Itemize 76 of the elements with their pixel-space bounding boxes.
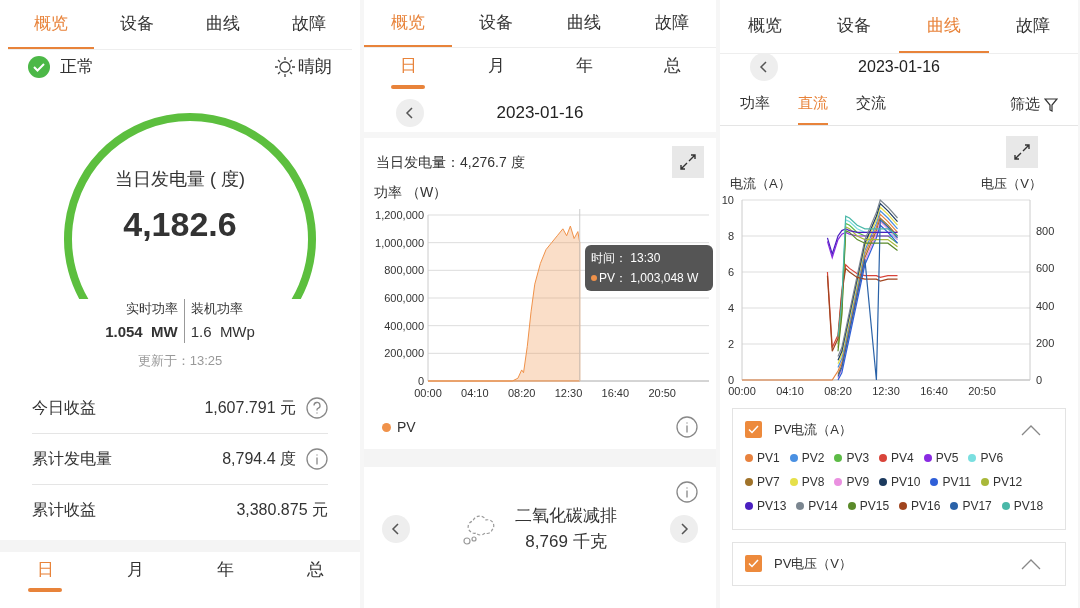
legend-label: PV18 (1013, 497, 1044, 515)
stat-label: 累计发电量 (32, 448, 113, 469)
x-tick-label: 04:10 (461, 387, 489, 399)
y-tick-label: 6 (727, 265, 734, 278)
realtime-power-label: 实时功率 (125, 300, 178, 318)
x-tick-label: 20:50 (968, 384, 996, 397)
right-tick-label: 800 (1036, 224, 1055, 237)
axis-title: 功率 （W） (373, 183, 449, 202)
stat-label: 累计收益 (32, 500, 97, 520)
x-tick-label: 20:50 (648, 387, 676, 399)
right-tick-label: 200 (1036, 336, 1055, 349)
right-tick-label: 600 (1036, 261, 1055, 274)
legend-label: PV2 (801, 449, 825, 467)
legend-label: PV8 (801, 473, 825, 491)
y-tick-label: 800,000 (384, 264, 424, 277)
tooltip-value: PV： 1,003,048 W (599, 270, 699, 287)
right-tick-label: 0 (1036, 373, 1043, 386)
installed-power-value: 1.6 MWp (190, 321, 255, 342)
legend-label: PV17 (962, 497, 992, 515)
gauge-value: 4,182.6 (123, 204, 237, 245)
axis-title: 电流（A） (730, 175, 791, 193)
y-tick-label: 2 (727, 337, 734, 350)
group-title: PV电压（V） (774, 554, 853, 573)
daily-generation: 当日发电量：4,276.7 度 (376, 152, 525, 172)
legend-label: PV6 (980, 449, 1004, 467)
x-tick-label: 12:30 (554, 387, 583, 399)
co2-title: 二氧化碳减排 (515, 505, 617, 527)
axis-title: 电压（V） (981, 175, 1043, 193)
date-label: 2023-01-16 (857, 57, 941, 77)
legend-label: PV13 (757, 497, 787, 515)
legend-label: PV10 (891, 473, 921, 491)
update-time: 更新于：13:25 (137, 352, 223, 370)
legend-label: PV4 (891, 449, 914, 467)
status-label: 正常 (60, 56, 94, 79)
x-tick-label: 12:30 (872, 384, 900, 397)
legend-label: PV12 (992, 473, 1023, 491)
legend-label: PV15 (859, 497, 890, 515)
y-tick-label: 10 (721, 193, 734, 206)
weather-label: 晴朗 (298, 56, 332, 79)
y-tick-label: 8 (727, 229, 734, 242)
legend-label: PV16 (911, 497, 941, 515)
legend-label: PV14 (808, 497, 838, 515)
x-tick-label: 16:40 (601, 387, 630, 399)
legend-label: PV1 (757, 449, 780, 467)
y-tick-label: 1,200,000 (375, 209, 424, 221)
stat-value: 8,794.4 度 (222, 448, 296, 469)
legend-label: PV7 (757, 473, 780, 491)
y-tick-label: 0 (727, 373, 734, 386)
co2-value: 8,769 千克 (525, 530, 607, 553)
y-tick-label: 0 (417, 375, 424, 387)
legend-label: PV9 (846, 473, 870, 491)
legend-label: PV (397, 417, 416, 437)
legend-label: PV3 (846, 449, 870, 467)
installed-power-label: 装机功率 (190, 300, 243, 318)
group-title: PV电流（A） (774, 420, 853, 439)
tooltip-time: 时间： 13:30 (591, 250, 662, 267)
x-tick-label: 08:20 (824, 384, 852, 397)
gauge-label: 当日发电量 ( 度) (115, 168, 245, 191)
date-label: 2023-01-16 (495, 102, 585, 125)
y-tick-label: 4 (727, 301, 734, 314)
stat-label: 今日收益 (32, 397, 97, 418)
realtime-power-value: 1.054 MW (105, 321, 178, 342)
y-tick-label: 200,000 (384, 347, 424, 360)
right-tick-label: 400 (1036, 299, 1055, 311)
legend-label: PV11 (942, 473, 971, 491)
legend-label: PV5 (935, 449, 959, 467)
stat-value: 3,380.875 元 (236, 500, 328, 520)
x-tick-label: 00:00 (414, 387, 442, 399)
stat-value: 1,607.791 元 (204, 397, 296, 418)
y-tick-label: 400,000 (384, 319, 424, 332)
x-tick-label: 00:00 (728, 384, 756, 397)
x-tick-label: 16:40 (920, 384, 948, 397)
x-tick-label: 04:10 (776, 384, 804, 397)
y-tick-label: 1,000,000 (375, 236, 424, 249)
x-tick-label: 08:20 (507, 387, 536, 399)
y-tick-label: 600,000 (384, 292, 424, 304)
